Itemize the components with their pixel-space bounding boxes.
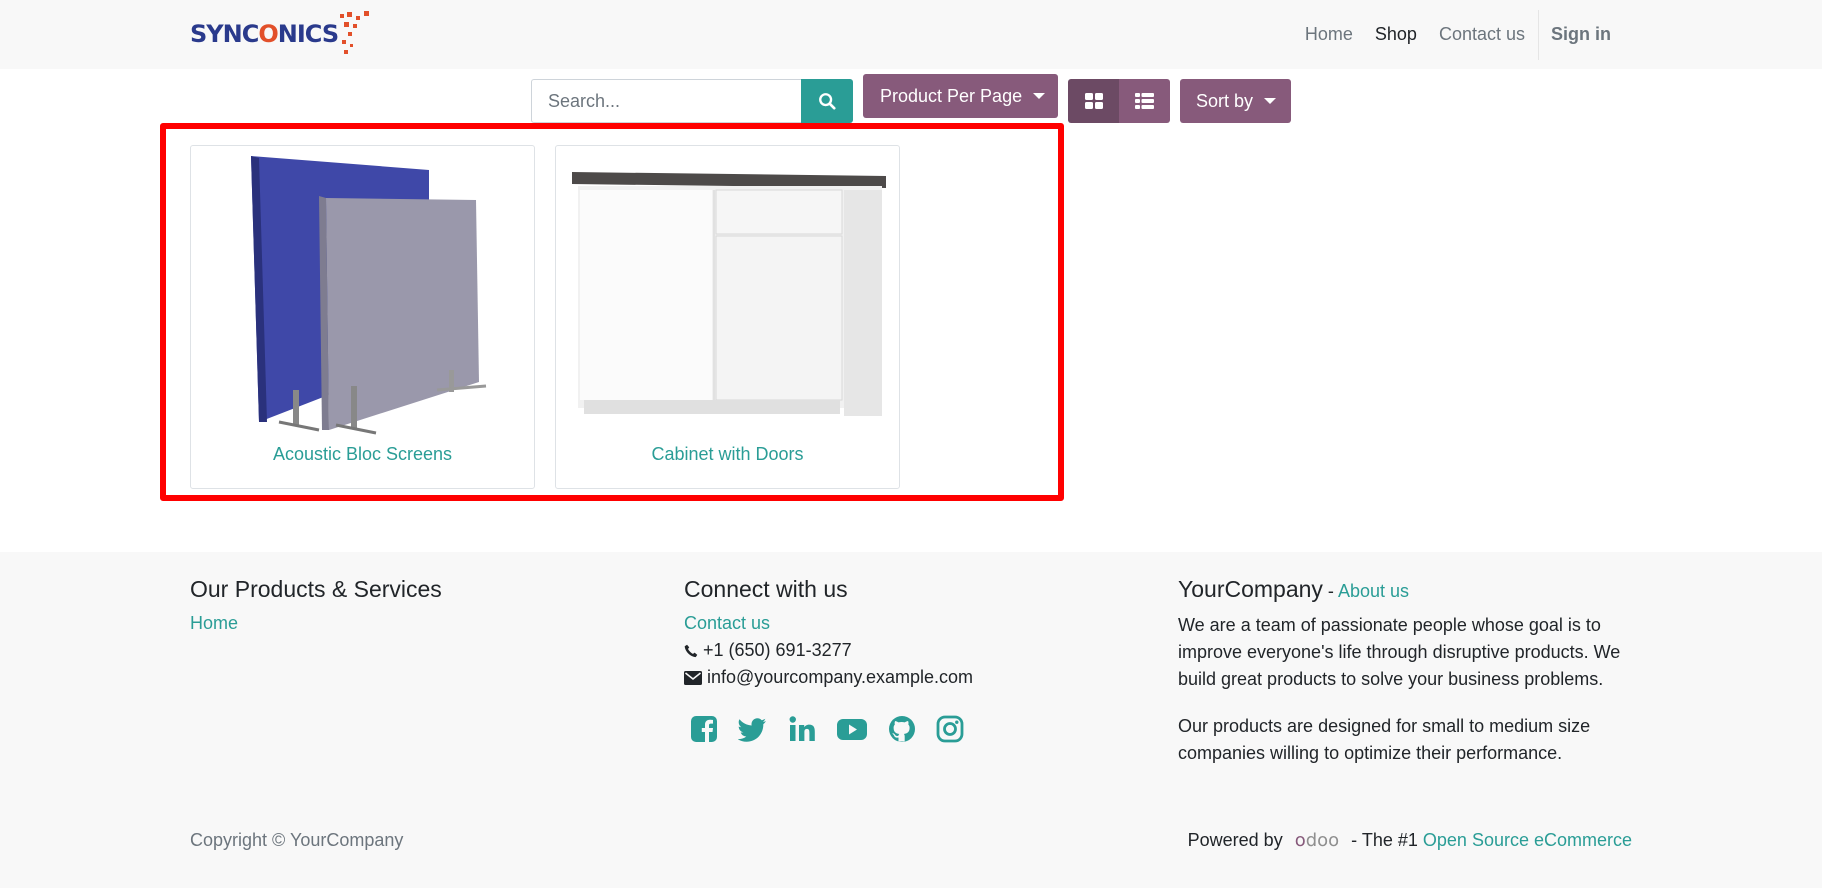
twitter-icon[interactable]: [738, 715, 768, 743]
footer-about-heading: YourCompany - About us: [1178, 574, 1633, 606]
footer-email: info@yourcompany.example.com: [684, 664, 1124, 691]
search-button[interactable]: [801, 79, 853, 123]
youtube-icon[interactable]: [836, 715, 868, 743]
sign-in-link[interactable]: Sign in: [1539, 24, 1622, 45]
footer-connect-heading: Connect with us: [684, 576, 848, 602]
nav-home[interactable]: Home: [1294, 24, 1364, 45]
powered-by-label: Powered by: [1187, 830, 1283, 850]
product-image-cabinet: [572, 172, 886, 416]
nav-contact[interactable]: Contact us: [1428, 24, 1536, 45]
list-view-button[interactable]: [1119, 79, 1170, 123]
product-image-acoustic-screens: [251, 156, 487, 435]
social-links: [690, 715, 1124, 743]
linkedin-icon[interactable]: [788, 715, 816, 743]
footer-phone: +1 (650) 691-3277: [684, 637, 1124, 664]
products-per-page-dropdown[interactable]: Product Per Page: [863, 74, 1058, 118]
brand-logo[interactable]: SYNCONICS: [190, 10, 376, 58]
github-icon[interactable]: [888, 715, 916, 743]
footer-about-column: YourCompany - About us We are a team of …: [1178, 574, 1633, 787]
facebook-icon[interactable]: [690, 715, 718, 743]
search-icon: [819, 93, 836, 110]
copyright-text: Copyright © YourCompany: [190, 830, 404, 850]
caret-down-icon: [1264, 98, 1277, 104]
sort-by-dropdown[interactable]: Sort by: [1180, 79, 1291, 123]
product-card[interactable]: Acoustic Bloc Screens: [190, 145, 535, 489]
product-title[interactable]: Acoustic Bloc Screens: [191, 444, 534, 465]
view-mode-toggle: [1068, 79, 1170, 123]
open-source-ecommerce-link[interactable]: Open Source eCommerce: [1423, 830, 1632, 851]
odoo-logo[interactable]: odoo: [1295, 830, 1339, 851]
powered-by: Powered by odoo - The #1 Open Source eCo…: [1188, 830, 1632, 851]
grid-view-button[interactable]: [1068, 79, 1119, 123]
grid-icon: [1084, 93, 1103, 109]
site-footer: Our Products & Services Home Connect wit…: [0, 552, 1822, 888]
brand-wordmark: SYNCONICS: [190, 20, 339, 48]
about-paragraph-1: We are a team of passionate people whose…: [1178, 615, 1621, 689]
nav-shop[interactable]: Shop: [1364, 24, 1428, 45]
caret-down-icon: [1033, 93, 1046, 99]
site-header: SYNCONICS Home Shop Contact us Sign in: [0, 0, 1822, 69]
heading-separator: -: [1322, 581, 1338, 601]
product-title[interactable]: Cabinet with Doors: [556, 444, 899, 465]
products-per-page-label: Product Per Page: [880, 85, 1023, 106]
footer-phone-text: +1 (650) 691-3277: [703, 640, 852, 660]
phone-icon: [684, 644, 698, 657]
list-icon: [1135, 93, 1154, 109]
instagram-icon[interactable]: [936, 715, 964, 743]
product-search: [531, 79, 853, 123]
footer-products-column: Our Products & Services Home: [190, 574, 630, 637]
brand-mark-icon: [340, 11, 370, 54]
search-input[interactable]: [531, 79, 801, 123]
about-paragraph-2: Our products are designed for small to m…: [1178, 716, 1591, 763]
envelope-icon: [684, 670, 702, 685]
product-card[interactable]: Cabinet with Doors: [555, 145, 900, 489]
footer-connect-column: Connect with us Contact us +1 (650) 691-…: [684, 574, 1124, 743]
main-nav: Home Shop Contact us Sign in: [1294, 0, 1622, 69]
footer-products-heading: Our Products & Services: [190, 576, 442, 602]
sort-by-label: Sort by: [1196, 90, 1254, 111]
company-name: YourCompany: [1178, 576, 1323, 602]
footer-contact-link[interactable]: Contact us: [684, 613, 770, 633]
footer-home-link[interactable]: Home: [190, 613, 238, 633]
tagline: - The #1: [1351, 830, 1418, 850]
footer-email-text: info@yourcompany.example.com: [707, 667, 974, 687]
about-us-link[interactable]: About us: [1338, 581, 1409, 601]
